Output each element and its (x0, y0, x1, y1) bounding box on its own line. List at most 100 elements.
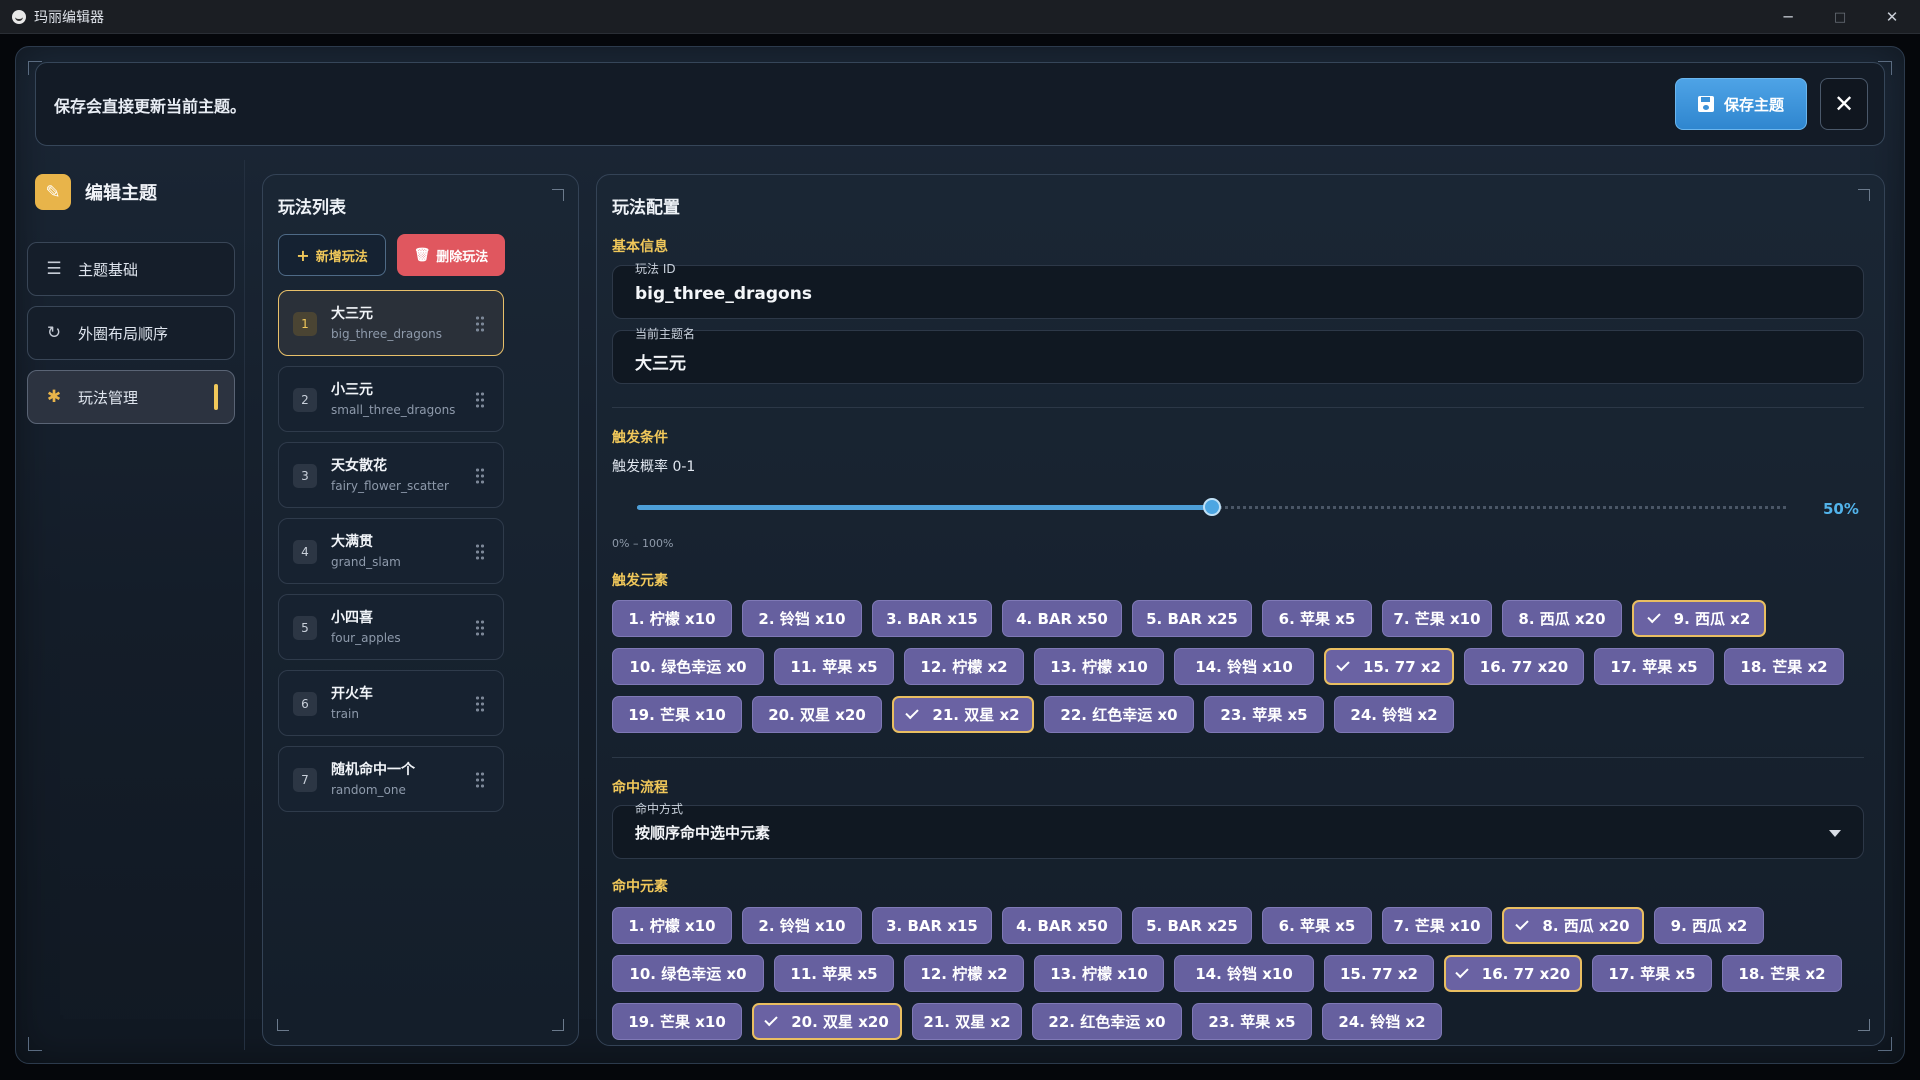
trigger-element-chip[interactable]: 3. BAR x15 (872, 600, 992, 637)
maximize-button[interactable]: □ (1814, 0, 1866, 34)
play-list-item[interactable]: 6 开火车 train (278, 670, 504, 736)
chip-label: 12. 柠檬 x2 (920, 965, 1008, 983)
play-list-item[interactable]: 4 大满贯 grand_slam (278, 518, 504, 584)
trigger-element-chip[interactable]: 6. 苹果 x5 (1262, 600, 1372, 637)
check-icon (764, 1012, 778, 1027)
play-list-item[interactable]: 3 天女散花 fairy_flower_scatter (278, 442, 504, 508)
refresh-icon: ↻ (46, 323, 62, 343)
close-editor-button[interactable]: ✕ (1820, 78, 1868, 130)
trigger-element-chip[interactable]: 24. 铃铛 x2 (1334, 696, 1454, 733)
trigger-element-chip[interactable]: 7. 芒果 x10 (1382, 600, 1492, 637)
theme-name-label: 当前主题名 (635, 327, 696, 341)
play-id: train (331, 707, 359, 721)
trigger-element-chip[interactable]: 5. BAR x25 (1132, 600, 1252, 637)
minimize-button[interactable]: ─ (1762, 0, 1814, 34)
hit-element-chip[interactable]: 12. 柠檬 x2 (904, 955, 1024, 992)
probability-range-hint: 0% – 100% (612, 537, 674, 550)
hit-element-chip[interactable]: 6. 苹果 x5 (1262, 907, 1372, 944)
save-icon (1697, 96, 1714, 112)
hit-element-chip[interactable]: 1. 柠檬 x10 (612, 907, 732, 944)
play-list-item[interactable]: 5 小四喜 four_apples (278, 594, 504, 660)
chip-label: 1. 柠檬 x10 (628, 917, 716, 935)
play-list-item[interactable]: 1 大三元 big_three_dragons (278, 290, 504, 356)
hit-element-chip[interactable]: 17. 苹果 x5 (1592, 955, 1712, 992)
trigger-element-chip[interactable]: 21. 双星 x2 (892, 696, 1034, 733)
hit-element-chip[interactable]: 14. 铃铛 x10 (1174, 955, 1314, 992)
sidebar-item-layout-order[interactable]: ↻ 外圈布局顺序 (27, 306, 235, 360)
hit-element-chip[interactable]: 9. 西瓜 x2 (1654, 907, 1764, 944)
chip-label: 9. 西瓜 x2 (1670, 917, 1748, 935)
probability-slider-fill (637, 505, 1212, 510)
trigger-element-chip[interactable]: 9. 西瓜 x2 (1632, 600, 1766, 637)
trigger-element-chip[interactable]: 14. 铃铛 x10 (1174, 648, 1314, 685)
play-list-item[interactable]: 2 小三元 small_three_dragons (278, 366, 504, 432)
sidebar: ✎ 编辑主题 ☰ 主题基础 ↻ 外圈布局顺序 ✱ 玩法管理 (25, 160, 245, 1050)
trigger-element-chip[interactable]: 1. 柠檬 x10 (612, 600, 732, 637)
hit-element-chip[interactable]: 18. 芒果 x2 (1722, 955, 1842, 992)
trigger-element-chip[interactable]: 4. BAR x50 (1002, 600, 1122, 637)
hit-element-chip[interactable]: 22. 红色幸运 x0 (1032, 1003, 1182, 1040)
hit-element-chip[interactable]: 23. 苹果 x5 (1192, 1003, 1312, 1040)
trigger-element-chip[interactable]: 22. 红色幸运 x0 (1044, 696, 1194, 733)
drag-handle-icon[interactable] (475, 771, 485, 789)
chip-label: 3. BAR x15 (886, 609, 978, 628)
play-number: 3 (293, 464, 317, 488)
hit-element-chip[interactable]: 15. 77 x2 (1324, 955, 1434, 992)
delete-play-button[interactable]: 🗑 删除玩法 (397, 234, 505, 276)
chip-label: 5. BAR x25 (1146, 609, 1238, 628)
hit-element-chip[interactable]: 19. 芒果 x10 (612, 1003, 742, 1040)
play-id: four_apples (331, 631, 401, 645)
trigger-probability-label: 触发概率 0-1 (612, 459, 696, 475)
drag-handle-icon[interactable] (475, 391, 485, 409)
hit-element-chip[interactable]: 13. 柠檬 x10 (1034, 955, 1164, 992)
chip-label: 11. 苹果 x5 (790, 658, 878, 676)
chip-label: 15. 77 x2 (1339, 964, 1418, 983)
hit-element-chip[interactable]: 2. 铃铛 x10 (742, 907, 862, 944)
trigger-element-chip[interactable]: 8. 西瓜 x20 (1502, 600, 1622, 637)
trigger-element-chip[interactable]: 19. 芒果 x10 (612, 696, 742, 733)
chip-label: 13. 柠檬 x10 (1050, 658, 1148, 676)
trigger-element-chip[interactable]: 13. 柠檬 x10 (1034, 648, 1164, 685)
chip-label: 8. 西瓜 x20 (1518, 610, 1606, 628)
hit-mode-select[interactable]: 命中方式 按顺序命中选中元素 (612, 802, 1864, 859)
drag-handle-icon[interactable] (475, 543, 485, 561)
hit-element-chip[interactable]: 20. 双星 x20 (752, 1003, 902, 1040)
window-close-button[interactable]: ✕ (1866, 0, 1918, 34)
theme-name-field[interactable]: 当前主题名 大三元 (612, 327, 1864, 384)
play-list-item[interactable]: 7 随机命中一个 random_one (278, 746, 504, 812)
trigger-element-chip[interactable]: 18. 芒果 x2 (1724, 648, 1844, 685)
hit-element-chip[interactable]: 7. 芒果 x10 (1382, 907, 1492, 944)
sidebar-item-play-management[interactable]: ✱ 玩法管理 (27, 370, 235, 424)
hit-element-chip[interactable]: 3. BAR x15 (872, 907, 992, 944)
trigger-element-chip[interactable]: 23. 苹果 x5 (1204, 696, 1324, 733)
sidebar-item-theme-basics[interactable]: ☰ 主题基础 (27, 242, 235, 296)
play-name: 天女散花 (331, 458, 387, 474)
hit-element-chip[interactable]: 8. 西瓜 x20 (1502, 907, 1644, 944)
add-play-button[interactable]: + 新增玩法 (278, 234, 386, 276)
chip-label: 9. 西瓜 x2 (1673, 610, 1751, 628)
drag-handle-icon[interactable] (475, 695, 485, 713)
drag-handle-icon[interactable] (475, 315, 485, 333)
hit-element-chip[interactable]: 10. 绿色幸运 x0 (612, 955, 764, 992)
trigger-element-chip[interactable]: 17. 苹果 x5 (1594, 648, 1714, 685)
trigger-element-chip[interactable]: 2. 铃铛 x10 (742, 600, 862, 637)
play-number: 7 (293, 768, 317, 792)
trigger-element-chip[interactable]: 16. 77 x20 (1464, 648, 1584, 685)
trigger-element-chip[interactable]: 15. 77 x2 (1324, 648, 1454, 685)
play-id-field[interactable]: 玩法 ID big_three_dragons (612, 262, 1864, 319)
trigger-element-chip[interactable]: 10. 绿色幸运 x0 (612, 648, 764, 685)
hit-element-chip[interactable]: 11. 苹果 x5 (774, 955, 894, 992)
drag-handle-icon[interactable] (475, 467, 485, 485)
trigger-element-chip[interactable]: 20. 双星 x20 (752, 696, 882, 733)
trigger-element-chip[interactable]: 11. 苹果 x5 (774, 648, 894, 685)
hit-element-chip[interactable]: 21. 双星 x2 (912, 1003, 1022, 1040)
save-theme-button[interactable]: 保存主题 (1675, 78, 1807, 130)
hit-element-chip[interactable]: 16. 77 x20 (1444, 955, 1582, 992)
probability-slider-handle[interactable] (1203, 498, 1221, 516)
hit-element-chip[interactable]: 5. BAR x25 (1132, 907, 1252, 944)
hit-element-chip[interactable]: 24. 铃铛 x2 (1322, 1003, 1442, 1040)
hit-element-chip[interactable]: 4. BAR x50 (1002, 907, 1122, 944)
trigger-element-chip[interactable]: 12. 柠檬 x2 (904, 648, 1024, 685)
drag-handle-icon[interactable] (475, 619, 485, 637)
play-name: 小四喜 (331, 610, 373, 626)
